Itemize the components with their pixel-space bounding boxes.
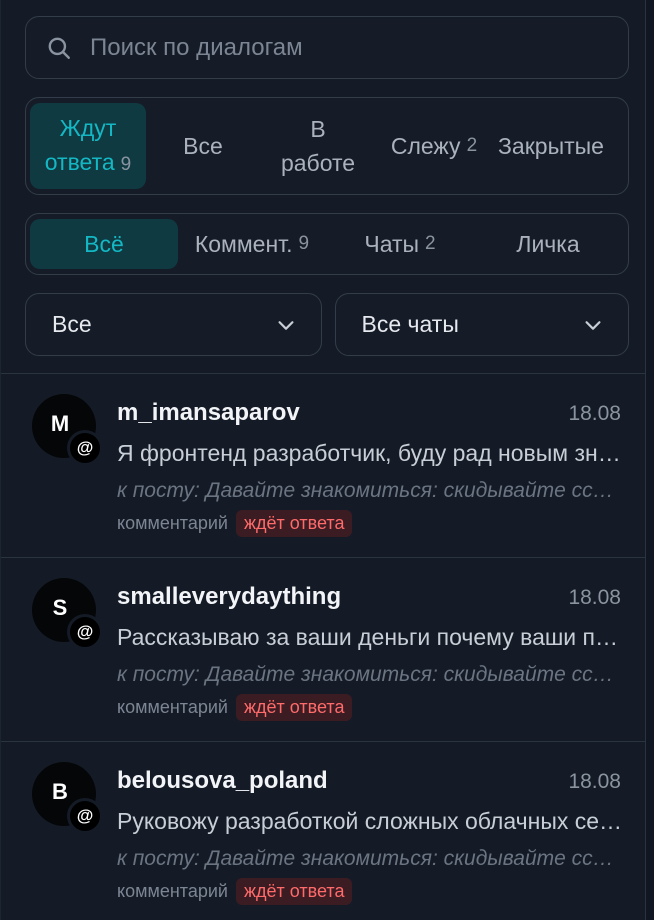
- mention-icon: @: [67, 430, 103, 466]
- filter-selects: Все Все чаты: [25, 293, 629, 356]
- dialog-meta: комментарий ждёт ответа: [117, 878, 353, 905]
- chevron-down-icon: [277, 320, 294, 330]
- dialog-meta: комментарий ждёт ответа: [117, 510, 353, 537]
- dialog-preview: Руковожу разработкой сложных облачных се…: [117, 808, 625, 834]
- dialog-post-ref: к посту: Давайте знакомиться: скидывайте…: [117, 847, 625, 870]
- tab-label: Закрытые: [498, 133, 604, 159]
- dialog-list: M @ m_imansaparov 18.08 Я фронтенд разра…: [1, 374, 645, 920]
- dialog-preview: Я фронтенд разработчик, буду рад новым з…: [117, 440, 625, 466]
- tab-in-progress[interactable]: В работе: [260, 103, 376, 189]
- tab-label: Коммент.: [194, 230, 293, 257]
- tab-count: 2: [425, 233, 436, 254]
- tab-comments[interactable]: Коммент. 9: [178, 219, 326, 269]
- tab-count: 2: [466, 135, 478, 156]
- dialog-kind: комментарий: [117, 881, 228, 901]
- dialogs-panel: Ждут ответа9 Все В работе Слежу2 Закрыты…: [0, 0, 646, 920]
- dialog-meta: комментарий ждёт ответа: [117, 694, 353, 721]
- dialog-name: belousova_poland: [117, 767, 328, 794]
- search-icon: [48, 37, 70, 59]
- tab-count: 9: [120, 153, 132, 175]
- dialog-post-ref: к посту: Давайте знакомиться: скидывайте…: [117, 479, 625, 502]
- chevron-down-icon: [585, 320, 601, 330]
- dialog-preview: Рассказываю за ваши деньги почему ваши п…: [117, 624, 625, 650]
- dialog-date: 18.08: [568, 586, 621, 609]
- tab-label: ответа: [44, 148, 115, 175]
- tab-closed[interactable]: Закрытые: [492, 103, 610, 189]
- dialog-name: m_imansaparov: [117, 399, 300, 426]
- tab-label: В: [310, 116, 326, 142]
- dialog-item[interactable]: S @ smalleverydaything 18.08 Рассказываю…: [1, 558, 645, 742]
- tab-label: Всё: [84, 230, 124, 257]
- dialog-date: 18.08: [568, 770, 621, 793]
- tab-label: Все: [183, 133, 223, 159]
- tab-count: 9: [298, 233, 310, 254]
- mention-icon: @: [67, 614, 103, 650]
- status-badge: ждёт ответа: [235, 878, 353, 905]
- tab-label: Личка: [516, 230, 580, 257]
- dialog-post-ref: к посту: Давайте знакомиться: скидывайте…: [117, 663, 625, 686]
- scope-select[interactable]: Все: [25, 293, 322, 356]
- tab-label: Чаты: [364, 230, 420, 257]
- chats-select[interactable]: Все чаты: [334, 293, 629, 356]
- dialog-item[interactable]: M @ m_imansaparov 18.08 Я фронтенд разра…: [1, 374, 645, 558]
- type-tabs: Всё Коммент. 9 Чаты 2 Личка: [25, 213, 629, 275]
- status-badge: ждёт ответа: [235, 510, 353, 537]
- scope-select-value: Все: [52, 311, 92, 337]
- tab-direct[interactable]: Личка: [474, 219, 622, 269]
- tab-chats[interactable]: Чаты 2: [326, 219, 474, 269]
- tab-label: работе: [280, 150, 356, 176]
- tab-label: Ждут: [59, 114, 117, 141]
- dialog-kind: комментарий: [117, 513, 228, 533]
- dialog-kind: комментарий: [117, 697, 228, 717]
- dialog-name: smalleverydaything: [117, 583, 342, 610]
- filters-area: Ждут ответа9 Все В работе Слежу2 Закрыты…: [1, 0, 645, 356]
- tab-type-all[interactable]: Всё: [30, 219, 178, 269]
- mention-icon: @: [67, 798, 103, 834]
- dialog-item[interactable]: B @ belousova_poland 18.08 Руковожу разр…: [1, 742, 645, 920]
- tab-watching[interactable]: Слежу 2: [376, 103, 492, 189]
- tab-all[interactable]: Все: [146, 103, 260, 189]
- search-input[interactable]: [90, 33, 570, 62]
- chats-select-value: Все чаты: [361, 311, 459, 337]
- status-tabs: Ждут ответа 9 Все В работе Слежу 2 Закрыты…: [25, 97, 629, 195]
- dialog-date: 18.08: [568, 402, 621, 425]
- tab-awaiting-reply[interactable]: Ждут ответа 9: [30, 103, 146, 189]
- tab-label: Слежу: [390, 133, 461, 159]
- status-badge: ждёт ответа: [235, 694, 353, 721]
- search-box[interactable]: [25, 16, 629, 79]
